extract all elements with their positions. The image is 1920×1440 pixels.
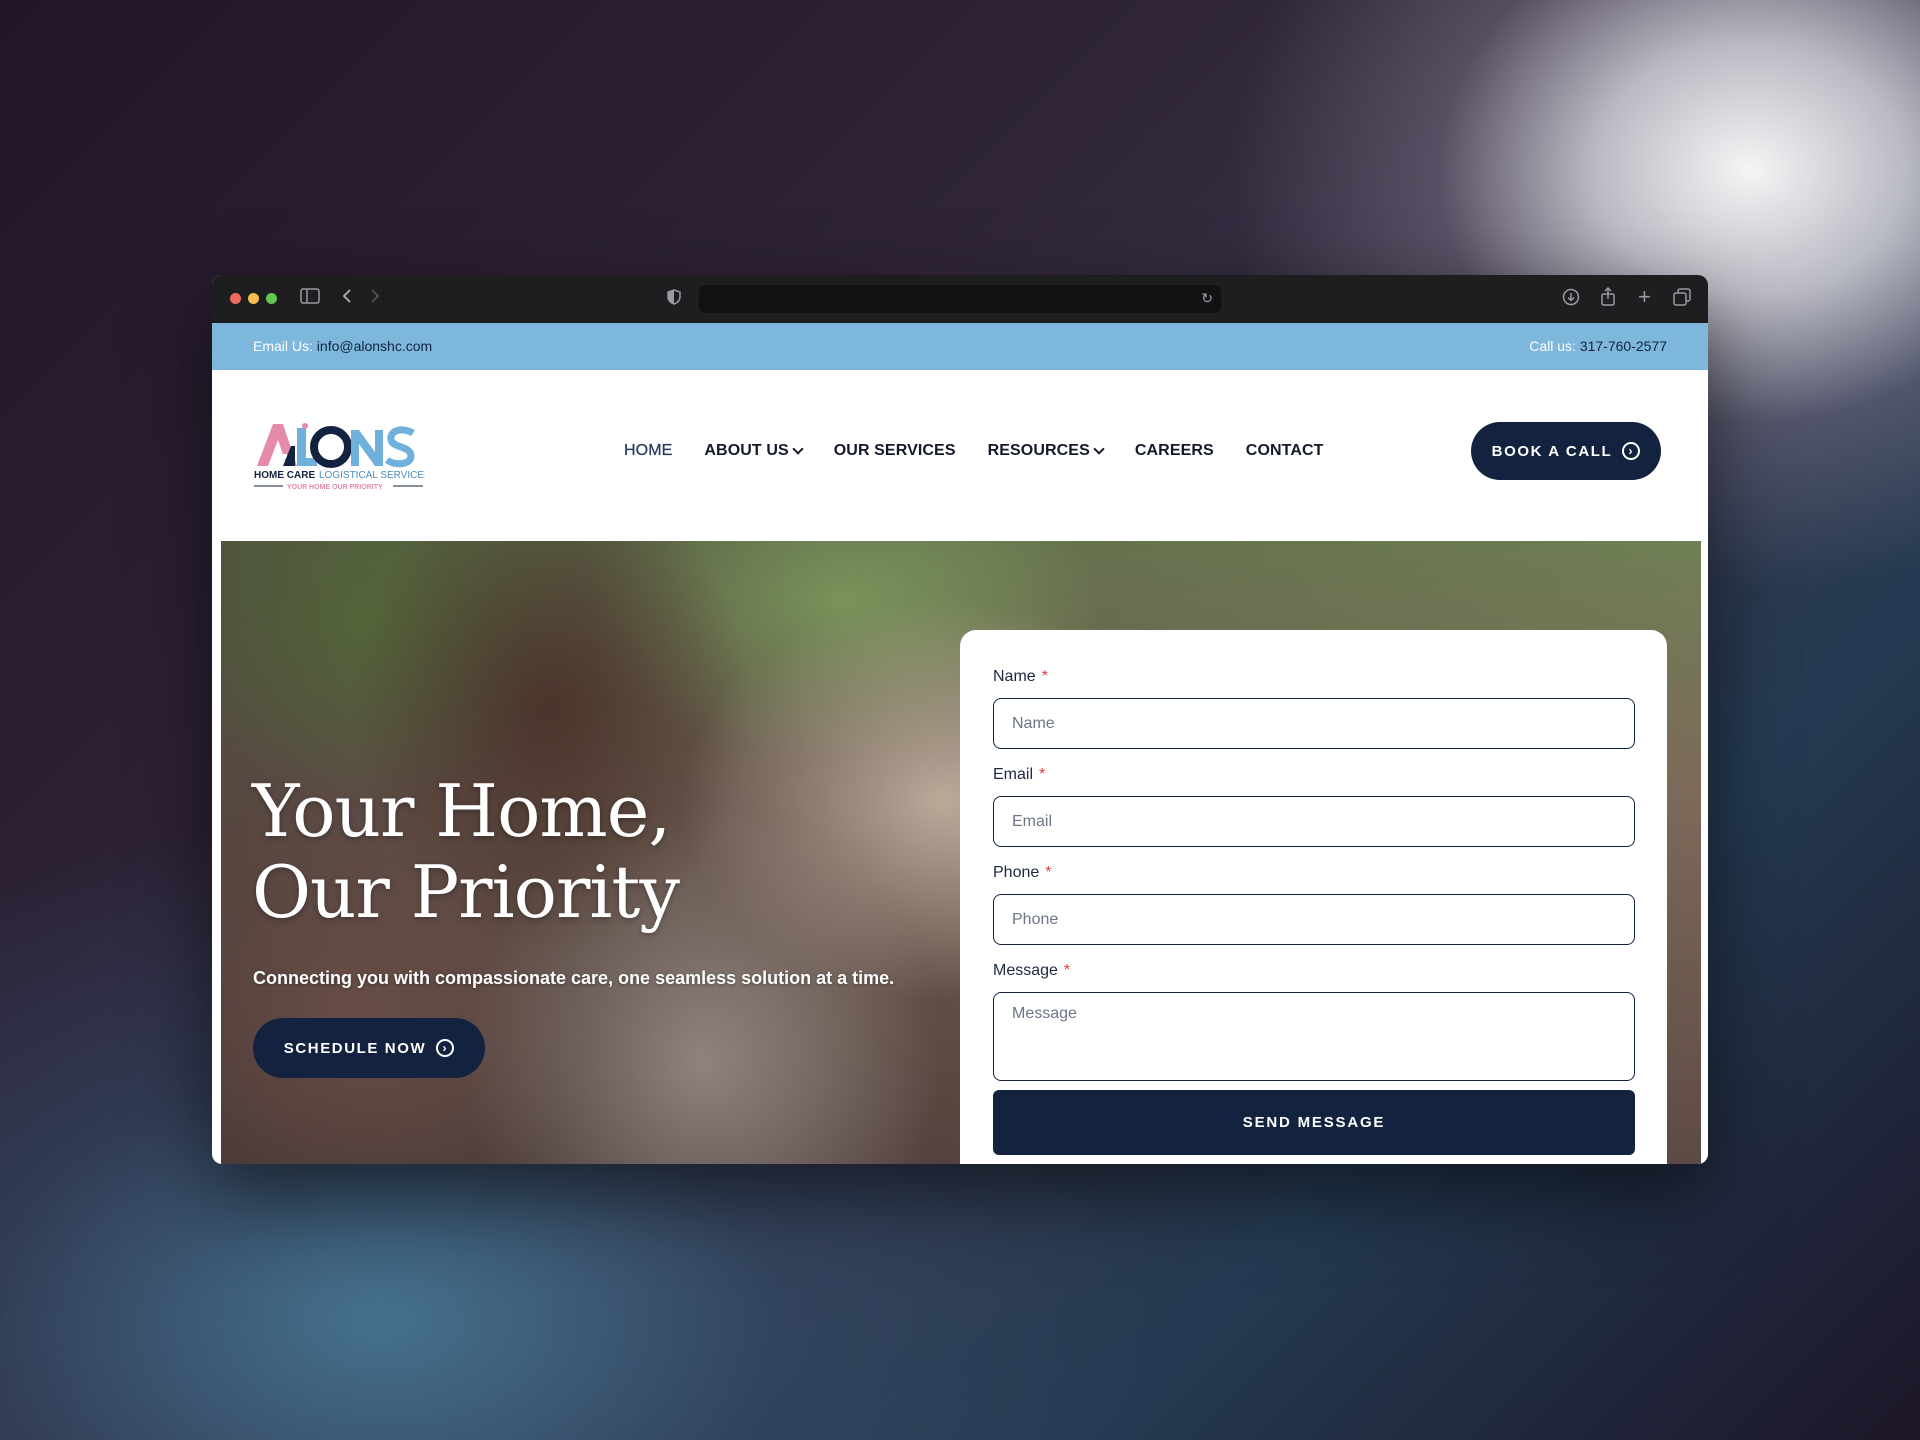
site-logo[interactable]: HOME CARE LOGISTICAL SERVICES YOUR HOME …	[253, 418, 431, 494]
required-mark: *	[1045, 864, 1052, 881]
nav-contact-label: CONTACT	[1245, 442, 1324, 459]
schedule-now-button[interactable]: SCHEDULE NOW ›	[253, 1018, 485, 1078]
hero-subtitle: Connecting you with compassionate care, …	[253, 968, 895, 988]
forward-icon[interactable]	[369, 288, 381, 309]
phone-field-label: Phone *	[993, 864, 1052, 881]
back-icon[interactable]	[341, 288, 353, 309]
send-message-button[interactable]: SEND MESSAGE	[993, 1090, 1635, 1155]
hero-title: Your Home, Our Priority	[252, 769, 680, 934]
svg-text:LOGISTICAL SERVICES: LOGISTICAL SERVICES	[319, 470, 425, 481]
name-input[interactable]	[993, 698, 1635, 749]
reload-icon[interactable]: ↻	[1201, 290, 1213, 307]
required-mark: *	[1041, 668, 1048, 685]
book-a-call-label: BOOK A CALL	[1491, 442, 1613, 460]
email-info: Email Us: info@alonshc.com	[253, 338, 432, 354]
nav-home[interactable]: HOME	[624, 442, 673, 460]
minimize-window-button[interactable]	[248, 293, 259, 304]
close-window-button[interactable]	[230, 293, 241, 304]
address-bar[interactable]: ↻	[699, 285, 1221, 313]
hero-title-line-2: Our Priority	[252, 850, 680, 934]
message-textarea[interactable]	[993, 992, 1635, 1081]
nav-resources[interactable]: RESOURCES	[987, 442, 1105, 460]
nav-our-services-label: OUR SERVICES	[833, 442, 956, 459]
name-field-label: Name *	[993, 668, 1048, 685]
message-field-label: Message *	[993, 962, 1071, 979]
chevron-down-icon	[1093, 442, 1105, 455]
arrow-right-circle-icon: ›	[1622, 442, 1641, 460]
zoom-window-button[interactable]	[266, 293, 277, 304]
site-header: HOME CARE LOGISTICAL SERVICES YOUR HOME …	[212, 370, 1708, 540]
contact-form: Name* Email* Phone* Message* SEND MESSAG…	[960, 630, 1667, 1164]
nav-contact[interactable]: CONTACT	[1246, 442, 1324, 460]
phone-input[interactable]	[993, 894, 1635, 945]
phone-label: Call us:	[1529, 338, 1576, 354]
svg-text:HOME CARE: HOME CARE	[254, 470, 315, 481]
hero-section: Your Home, Our Priority Connecting you w…	[221, 541, 1701, 1164]
share-icon[interactable]	[1600, 286, 1616, 311]
email-label: Email Us:	[253, 338, 313, 354]
chevron-down-icon	[792, 442, 804, 455]
nav-about-us-label: ABOUT US	[704, 442, 789, 459]
download-icon[interactable]	[1562, 288, 1580, 311]
contact-topbar: Email Us: info@alonshc.com Call us: 317-…	[212, 323, 1708, 370]
nav-about-us[interactable]: ABOUT US	[704, 442, 804, 460]
phone-link[interactable]: 317-760-2577	[1580, 338, 1667, 354]
required-mark: *	[1039, 766, 1046, 783]
hero-title-line-1: Your Home,	[252, 769, 671, 853]
nav-resources-label: RESOURCES	[987, 442, 1090, 459]
new-tab-icon[interactable]: +	[1638, 286, 1651, 308]
arrow-right-circle-icon: ›	[436, 1039, 455, 1057]
svg-text:YOUR HOME OUR PRIORITY: YOUR HOME OUR PRIORITY	[287, 484, 383, 491]
browser-toolbar: ↻ +	[212, 275, 1708, 323]
sidebar-icon[interactable]	[300, 288, 320, 309]
tabs-overview-icon[interactable]	[1673, 288, 1691, 311]
shield-icon[interactable]	[667, 289, 681, 310]
required-mark: *	[1063, 962, 1071, 979]
phone-info: Call us: 317-760-2577	[1529, 338, 1667, 354]
nav-careers[interactable]: CAREERS	[1135, 442, 1214, 460]
browser-window: ↻ + Email Us: info@alonshc.com Call us: …	[212, 275, 1708, 1164]
email-input[interactable]	[993, 796, 1635, 847]
nav-our-services[interactable]: OUR SERVICES	[834, 442, 956, 460]
email-field-label: Email *	[993, 766, 1046, 783]
email-link[interactable]: info@alonshc.com	[317, 338, 432, 354]
schedule-now-label: SCHEDULE NOW	[283, 1039, 427, 1057]
main-nav: HOME ABOUT US OUR SERVICES RESOURCES CAR…	[624, 442, 1356, 460]
book-a-call-button[interactable]: BOOK A CALL ›	[1471, 422, 1661, 480]
nav-careers-label: CAREERS	[1134, 442, 1214, 459]
nav-home-label: HOME	[624, 442, 673, 459]
